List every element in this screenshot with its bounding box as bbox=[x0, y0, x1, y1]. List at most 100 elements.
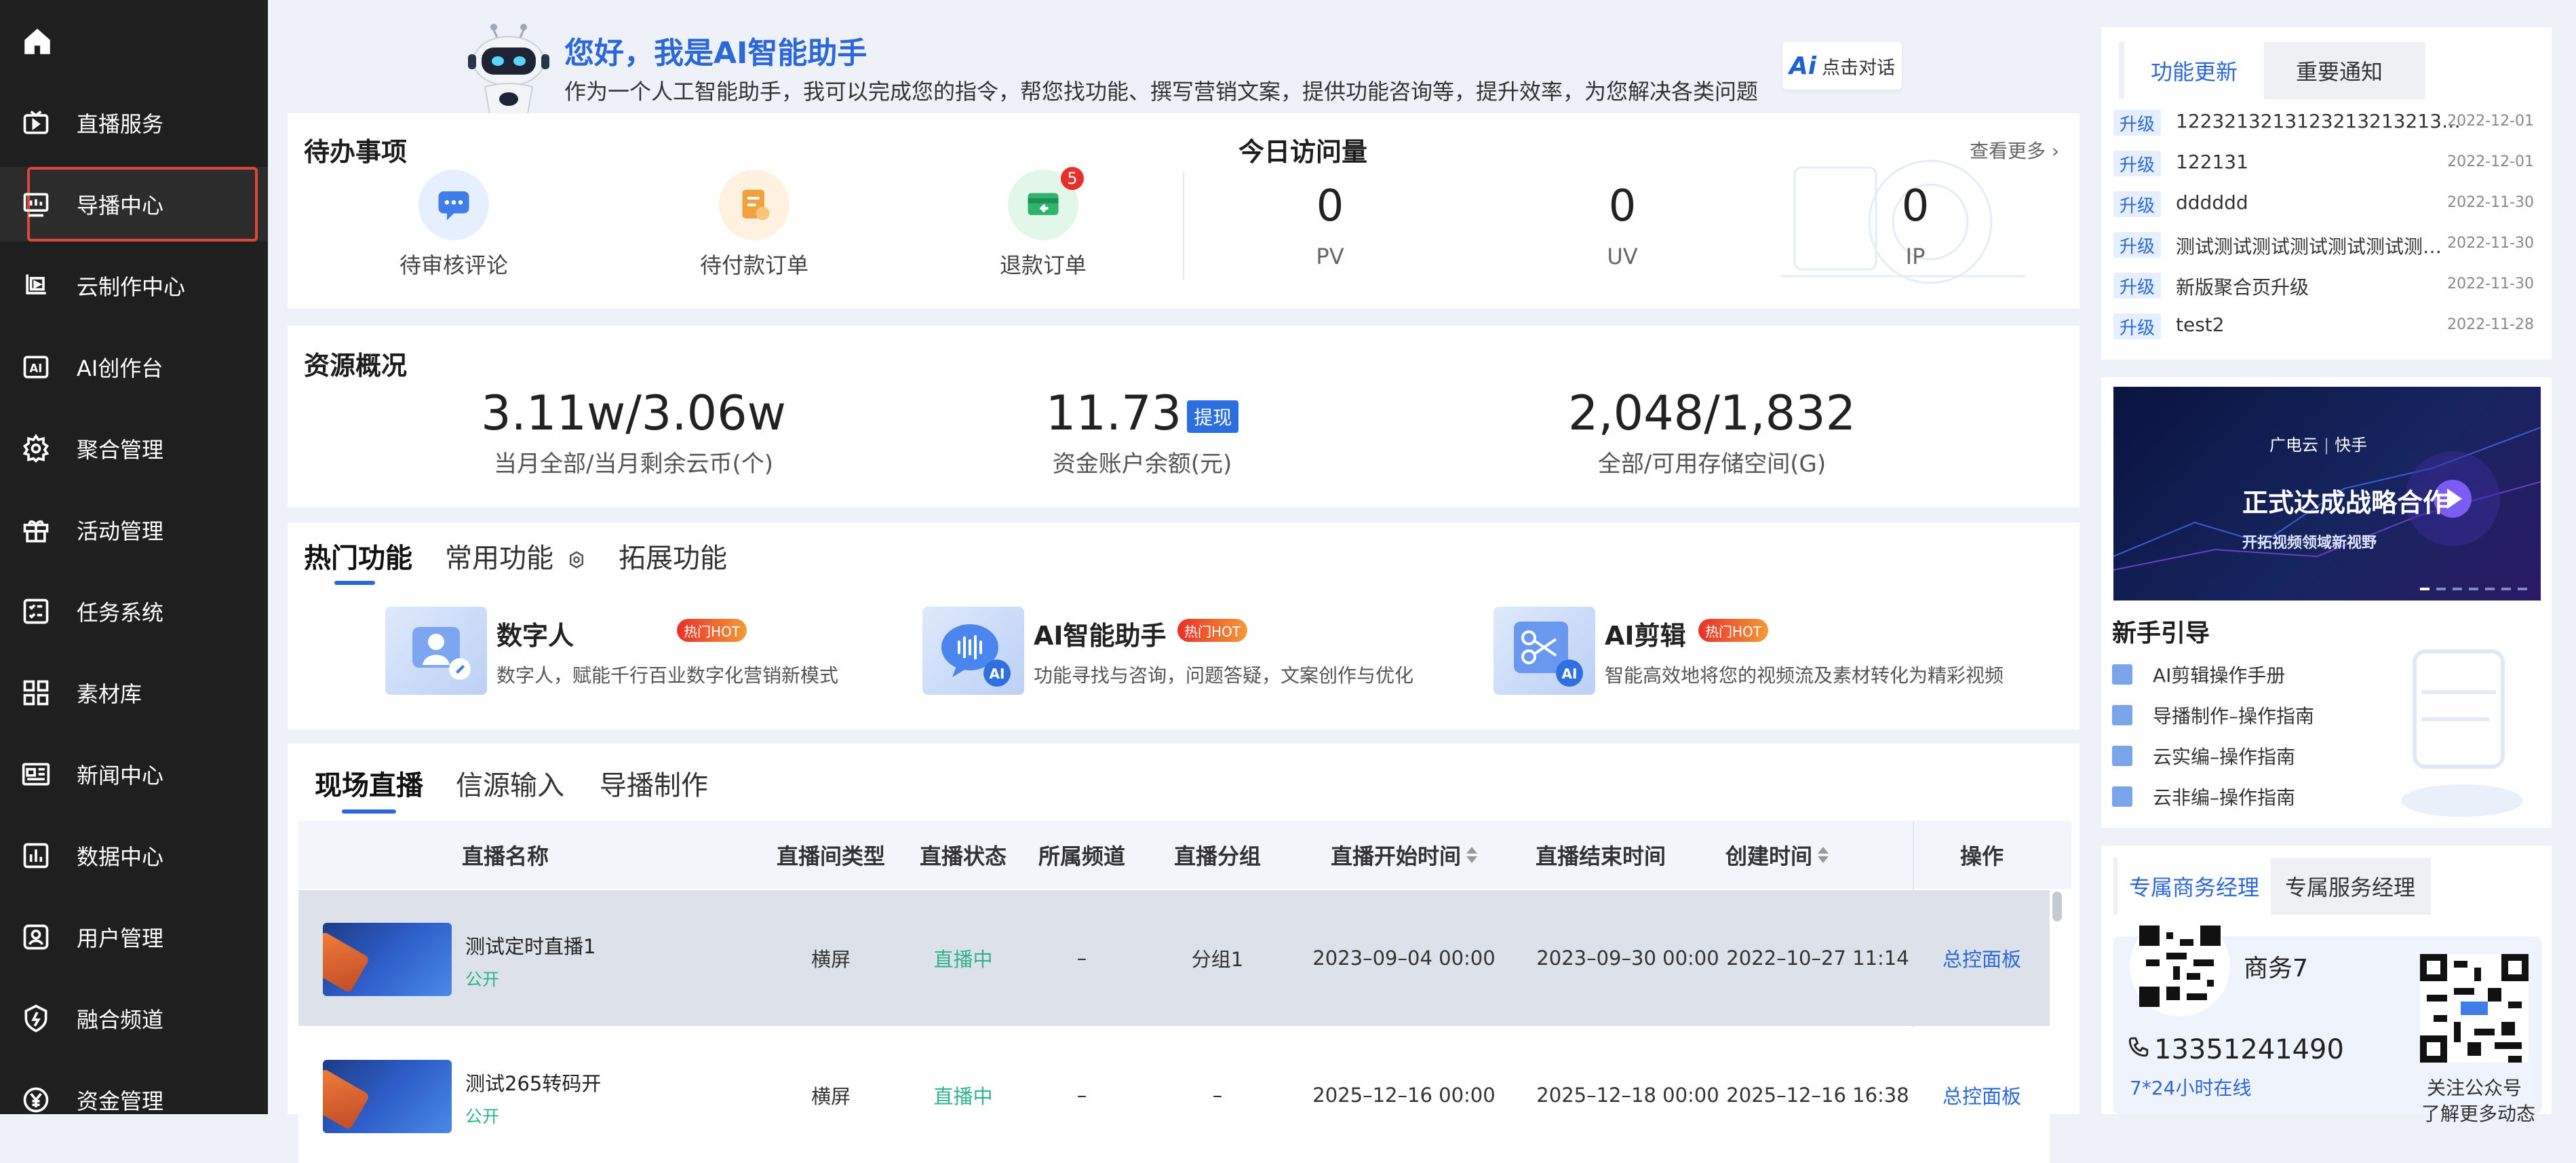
sidebar-item-ai-studio[interactable]: AI AI创作台 bbox=[0, 330, 268, 404]
hot-badge: 热门HOT bbox=[1698, 619, 1768, 642]
update-text: 新版聚合页升级 bbox=[2176, 276, 2309, 299]
chevron-right-icon: › bbox=[2051, 140, 2060, 162]
sidebar-item-users[interactable]: 用户管理 bbox=[0, 900, 268, 974]
order-icon bbox=[719, 170, 789, 240]
update-item[interactable]: 升级 dddddd 2022-11-30 bbox=[2113, 185, 2534, 225]
sidebar-item-activity[interactable]: 活动管理 bbox=[0, 493, 268, 567]
feature-digital-human[interactable]: 数字人 热门HOT 数字人，赋能千行百业数字化营销新模式 bbox=[385, 607, 860, 702]
column-header-sortable[interactable]: 直播开始时间 bbox=[1289, 821, 1519, 889]
sidebar-item-cloud-production[interactable]: 云制作中心 bbox=[0, 248, 268, 323]
column-header: 直播状态 bbox=[919, 843, 1007, 869]
column-header-sortable[interactable]: 创建时间 bbox=[1682, 821, 1872, 889]
todo-label: 待付款订单 bbox=[699, 252, 808, 278]
sidebar-item-label: 新闻中心 bbox=[77, 763, 164, 788]
todo-item-pending-comments[interactable]: 待审核评论 bbox=[386, 170, 522, 280]
column-header-label: 创建时间 bbox=[1725, 843, 1812, 869]
sidebar-item-tasks[interactable]: 任务系统 bbox=[0, 574, 268, 649]
sidebar-item-materials[interactable]: 素材库 bbox=[0, 655, 268, 730]
phone-number: 13351241490 bbox=[2154, 1034, 2344, 1065]
update-item[interactable]: 升级 新版聚合页升级 2022-11-30 bbox=[2113, 266, 2534, 307]
home-icon[interactable] bbox=[20, 24, 54, 58]
gift-icon bbox=[19, 513, 53, 547]
control-panel-link[interactable]: 总控面板 bbox=[1914, 1027, 2050, 1163]
tab-live-onsite[interactable]: 现场直播 bbox=[315, 763, 423, 814]
sidebar-item-data[interactable]: 数据中心 bbox=[0, 818, 268, 893]
sidebar-item-live-service[interactable]: 直播服务 bbox=[0, 85, 268, 160]
comment-icon bbox=[418, 170, 489, 240]
update-item[interactable]: 升级 测试测试测试测试测试测试测试测试 2022-11-30 bbox=[2113, 225, 2534, 266]
guide-item[interactable]: 云实编–操作指南 bbox=[2112, 737, 2295, 775]
tab-director-production[interactable]: 导播制作 bbox=[600, 763, 708, 803]
update-date: 2022-12-01 bbox=[2447, 113, 2534, 130]
update-item[interactable]: 升级 122131 2022-12-01 bbox=[2113, 144, 2534, 185]
guide-item[interactable]: AI剪辑操作手册 bbox=[2112, 655, 2285, 693]
ai-description: 作为一个人工智能助手，我可以完成您的指令，帮您找功能、撰写营销文案，提供功能咨询… bbox=[564, 79, 1759, 104]
sidebar-item-label: 融合频道 bbox=[77, 1007, 164, 1033]
ai-thumb-label: AI bbox=[990, 666, 1005, 682]
table-row[interactable]: 测试265转码开 公开 横屏 直播中 – – 2025–12–16 00:00 … bbox=[298, 1027, 2050, 1163]
control-panel-link[interactable]: 总控面板 bbox=[1914, 890, 2050, 1026]
grid-icon bbox=[19, 676, 53, 710]
update-item[interactable]: 升级 12232132131232132132132131232022-12-01 bbox=[2113, 103, 2534, 144]
promo-brand-right: 快手 bbox=[2335, 436, 2368, 455]
tab-service-manager[interactable]: 专属服务经理 bbox=[2273, 858, 2427, 915]
update-text: 122131 bbox=[2176, 151, 2248, 173]
feature-ai-editing[interactable]: AI AI剪辑 热门HOT 智能高效地将您的视频流及素材转化为精彩视频 bbox=[1494, 607, 2050, 702]
director-icon bbox=[19, 187, 53, 221]
live-thumbnail bbox=[323, 1060, 452, 1133]
tab-hot-functions[interactable]: 热门功能 bbox=[304, 536, 412, 585]
cell-type: 横屏 bbox=[811, 1085, 851, 1108]
hot-badge: 热门HOT bbox=[1177, 619, 1247, 642]
visit-label: IP bbox=[1905, 244, 1926, 269]
feature-desc: 数字人，赋能千行百业数字化营销新模式 bbox=[496, 664, 839, 687]
manager-phone[interactable]: 13351241490 bbox=[2127, 1034, 2344, 1065]
todo-title: 待办事项 bbox=[304, 137, 408, 167]
hot-badge: 热门HOT bbox=[677, 619, 747, 642]
tab-source-input[interactable]: 信源输入 bbox=[456, 763, 564, 803]
update-item[interactable]: 升级 test2 2022-11-28 bbox=[2113, 307, 2534, 347]
shield-icon bbox=[19, 1002, 53, 1035]
promo-brands: 广电云 | 快手 bbox=[2269, 436, 2368, 455]
resource-value: 3.11w/3.06w bbox=[481, 385, 786, 441]
todo-item-refund-orders[interactable]: 5 退款订单 bbox=[975, 167, 1111, 280]
ai-chat-button[interactable]: Ai 点击对话 bbox=[1782, 42, 1902, 90]
resource-label: 全部/可用存储空间(G) bbox=[1597, 451, 1827, 478]
cell-created-time: 2025–12–16 16:38 bbox=[1726, 1084, 1909, 1107]
feature-ai-assistant[interactable]: AI AI智能助手 热门HOT 功能寻找与咨询，问题答疑，文案创作与优化 bbox=[922, 607, 1438, 702]
todo-item-unpaid-orders[interactable]: 待付款订单 bbox=[686, 170, 822, 280]
resource-cloud-coins: 3.11w/3.06w 当月全部/当月剩余云币(个) bbox=[450, 385, 817, 478]
upgrade-tag: 升级 bbox=[2113, 151, 2161, 176]
promo-brand-left: 广电云 bbox=[2269, 436, 2318, 455]
cell-status: 直播中 bbox=[933, 1085, 993, 1108]
sidebar-item-label: 素材库 bbox=[77, 681, 142, 707]
sidebar-item-director-center[interactable]: 导播中心 bbox=[0, 167, 268, 242]
ai-chat-label: 点击对话 bbox=[1822, 57, 1896, 79]
guide-item-label: AI剪辑操作手册 bbox=[2153, 664, 2286, 687]
cell-channel: – bbox=[1076, 1084, 1087, 1107]
tab-extended-functions[interactable]: 拓展功能 bbox=[619, 536, 727, 575]
tab-important-notices[interactable]: 重要通知 bbox=[2269, 42, 2409, 99]
gear-icon bbox=[19, 432, 53, 465]
visit-value: 0 bbox=[1901, 181, 1930, 231]
see-more-link[interactable]: 查看更多 › bbox=[1970, 136, 2059, 164]
live-thumbnail bbox=[323, 923, 452, 996]
tab-feature-updates[interactable]: 功能更新 bbox=[2124, 42, 2264, 99]
tab-common-functions[interactable]: 常用功能 bbox=[445, 536, 587, 575]
withdraw-button[interactable]: 提现 bbox=[1187, 400, 1239, 433]
sidebar-item-label: 资金管理 bbox=[77, 1088, 164, 1114]
sidebar-item-fusion-channel[interactable]: 融合频道 bbox=[0, 981, 268, 1056]
visit-label: UV bbox=[1607, 244, 1638, 269]
svg-text:AI: AI bbox=[30, 362, 43, 375]
sidebar-item-news[interactable]: 新闻中心 bbox=[0, 737, 268, 812]
table-scrollbar[interactable] bbox=[2052, 892, 2062, 921]
guide-item[interactable]: 导播制作–操作指南 bbox=[2112, 696, 2314, 734]
sidebar-item-funds[interactable]: 资金管理 bbox=[0, 1063, 268, 1137]
sidebar-item-aggregation[interactable]: 聚合管理 bbox=[0, 411, 268, 486]
guide-item[interactable]: 云非编–操作指南 bbox=[2112, 778, 2295, 816]
visit-pv: 0 PV bbox=[1262, 181, 1398, 269]
tab-business-manager[interactable]: 专属商务经理 bbox=[2118, 858, 2271, 915]
update-text: 测试测试测试测试测试测试测试测试 bbox=[2176, 235, 2461, 258]
table-row[interactable]: 测试定时直播1 公开 横屏 直播中 – 分组1 2023–09–04 00:00… bbox=[298, 890, 2050, 1026]
update-date: 2022-11-30 bbox=[2447, 194, 2534, 211]
promo-banner[interactable]: 广电云 | 快手 正式达成战略合作 开拓视频领域新视野 bbox=[2113, 387, 2541, 600]
